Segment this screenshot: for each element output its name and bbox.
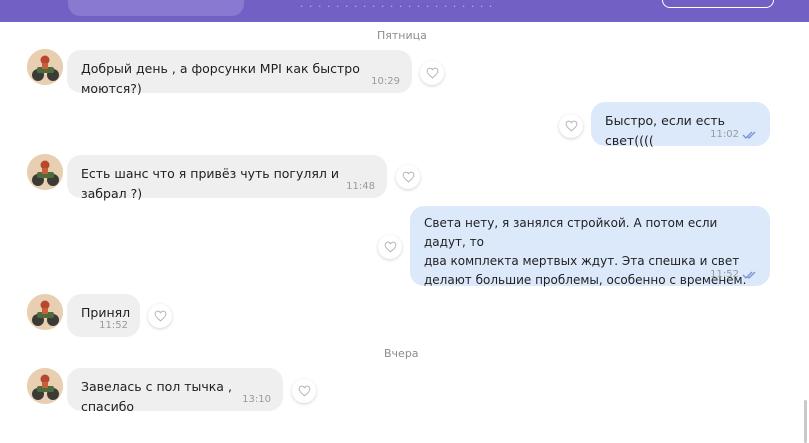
like-button[interactable] (559, 114, 583, 138)
message-time: 11:48 (346, 181, 375, 192)
like-button[interactable] (378, 235, 402, 259)
heart-icon (402, 171, 414, 183)
avatar[interactable] (27, 368, 63, 404)
date-separator: Пятница (377, 29, 427, 42)
chat-header: · · · · · · · · · · · · · · · · · · · · … (0, 0, 809, 22)
heart-icon (565, 120, 577, 132)
heart-icon (426, 67, 438, 79)
date-separator: Вчера (384, 347, 419, 360)
heart-icon (298, 385, 310, 397)
header-button[interactable] (662, 0, 774, 8)
message-time: 13:10 (242, 394, 271, 405)
message-text: Света нету, я занялся стройкой. А потом … (424, 216, 747, 287)
like-button[interactable] (292, 379, 316, 403)
message-bubble-incoming[interactable]: Есть шанс что я привёз чуть погулял и за… (67, 155, 387, 201)
like-button[interactable] (148, 304, 172, 328)
avatar[interactable] (27, 294, 63, 330)
message-bubble-incoming[interactable]: Принял 11:52 (67, 294, 140, 337)
cropped-header-text: · · · · · · · · · · · · · · · · · · · · … (300, 0, 494, 13)
heart-icon (384, 241, 396, 253)
message-time: 10:29 (371, 76, 400, 87)
message-time: 11:02 (710, 129, 739, 140)
heart-icon (154, 310, 166, 322)
scrollbar[interactable] (804, 400, 807, 443)
double-check-icon (742, 131, 756, 139)
message-text: Есть шанс что я привёз чуть погулял и за… (81, 166, 339, 201)
message-text: Завелась с пол тычка , спасибо (81, 379, 232, 414)
message-bubble-incoming[interactable]: Завелась с пол тычка , спасибо 13:10 (67, 368, 283, 414)
like-button[interactable] (396, 165, 420, 189)
avatar[interactable] (27, 154, 63, 190)
message-bubble-outgoing[interactable]: Быстро, если есть свет(((( 11:02 (591, 102, 770, 148)
double-check-icon (742, 271, 756, 279)
cropped-message-bubble (68, 0, 244, 16)
message-bubble-outgoing[interactable]: Света нету, я занялся стройкой. А потом … (410, 206, 770, 287)
message-time: 11:52 (710, 269, 739, 280)
message-bubble-incoming[interactable]: Добрый день , а форсунки MPI как быстро … (67, 50, 412, 96)
like-button[interactable] (420, 61, 444, 85)
message-time: 11:52 (99, 320, 128, 331)
avatar[interactable] (27, 49, 63, 85)
message-text: Добрый день , а форсунки MPI как быстро … (81, 61, 360, 96)
